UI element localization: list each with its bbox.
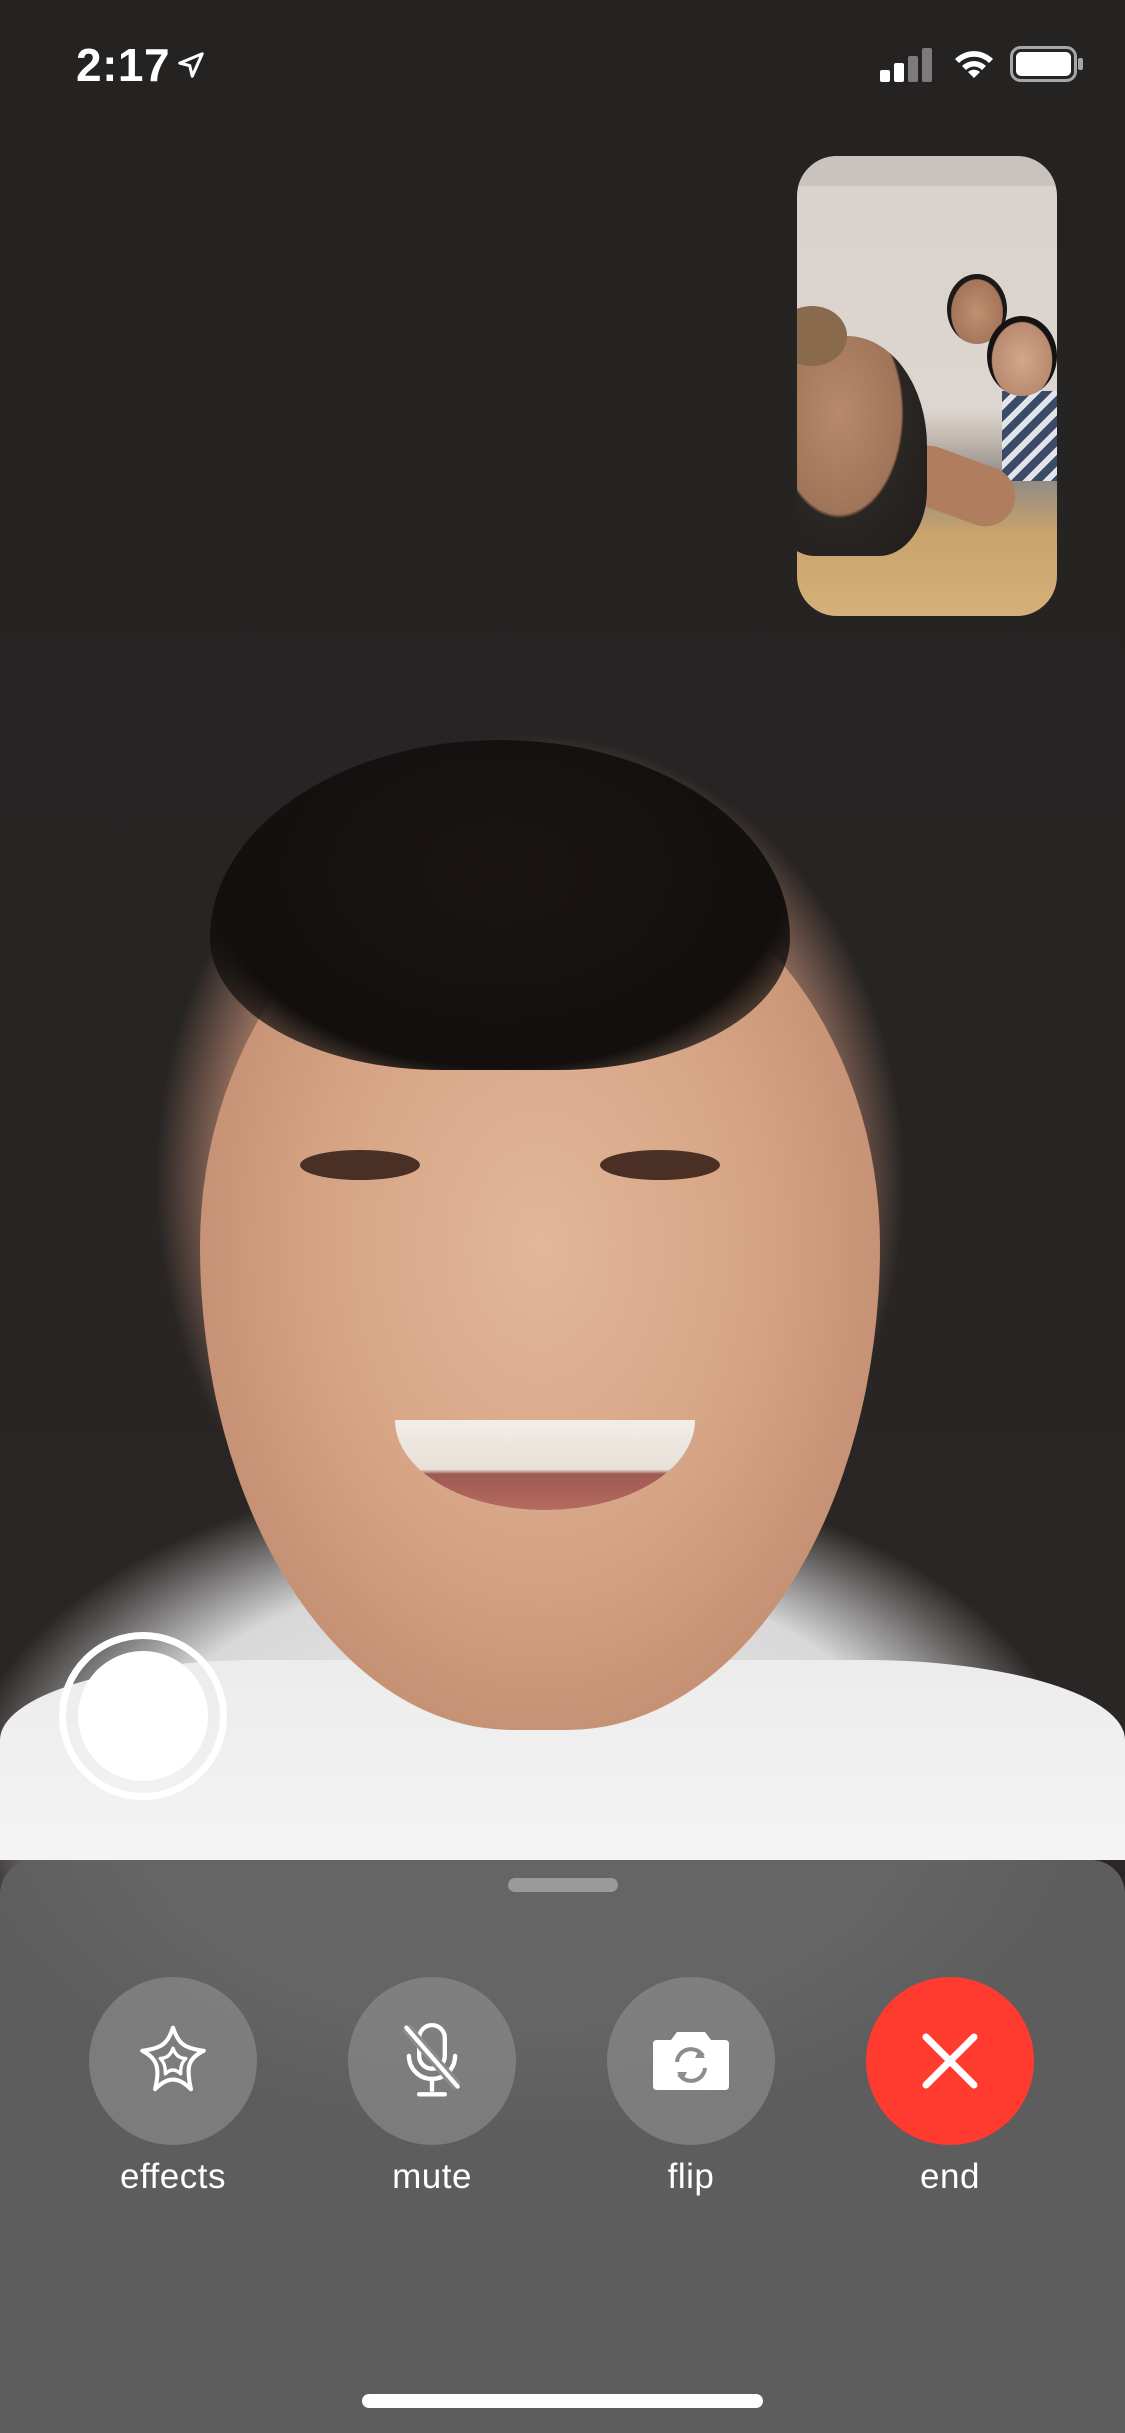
flip-label: flip <box>667 2157 715 2196</box>
home-indicator[interactable] <box>362 2394 763 2408</box>
mute-button[interactable]: mute <box>332 1977 532 2217</box>
mute-label: mute <box>392 2157 472 2196</box>
sheet-grabber[interactable] <box>508 1878 618 1892</box>
pip-plaid-shirt <box>1002 391 1057 481</box>
call-controls-sheet: effects mute flip end <box>0 1860 1125 2433</box>
end-label: end <box>920 2157 980 2196</box>
pip-ceiling <box>797 156 1057 186</box>
microphone-slash-icon <box>402 2022 462 2097</box>
effects-button-circle[interactable] <box>89 1977 257 2145</box>
self-preview[interactable] <box>797 156 1057 616</box>
flip-camera-icon <box>653 2032 729 2090</box>
end-button-circle[interactable] <box>866 1977 1034 2145</box>
wifi-icon <box>955 51 993 78</box>
facetime-call-screen: 2:17 effects mute flip end <box>0 0 1125 2433</box>
capture-photo-button[interactable] <box>59 1632 227 1800</box>
status-bar: 2:17 <box>0 0 1125 130</box>
remote-left-eye <box>300 1150 420 1180</box>
flip-camera-button[interactable]: flip <box>591 1977 791 2217</box>
effects-star-icon <box>140 2025 206 2092</box>
remote-hair <box>210 740 790 1070</box>
effects-label: effects <box>120 2157 226 2196</box>
close-x-icon <box>922 2033 978 2089</box>
mute-button-circle[interactable] <box>348 1977 516 2145</box>
location-arrow-icon <box>178 52 204 78</box>
cellular-signal-icon <box>880 48 932 82</box>
pip-person-right <box>987 316 1057 396</box>
end-call-button[interactable]: end <box>850 1977 1050 2217</box>
flip-button-circle[interactable] <box>607 1977 775 2145</box>
remote-right-eye <box>600 1150 720 1180</box>
battery-icon <box>1010 46 1083 82</box>
capture-photo-inner <box>78 1651 208 1781</box>
effects-button[interactable]: effects <box>73 1977 273 2217</box>
status-time: 2:17 <box>76 39 171 91</box>
pip-person-front <box>797 336 927 556</box>
